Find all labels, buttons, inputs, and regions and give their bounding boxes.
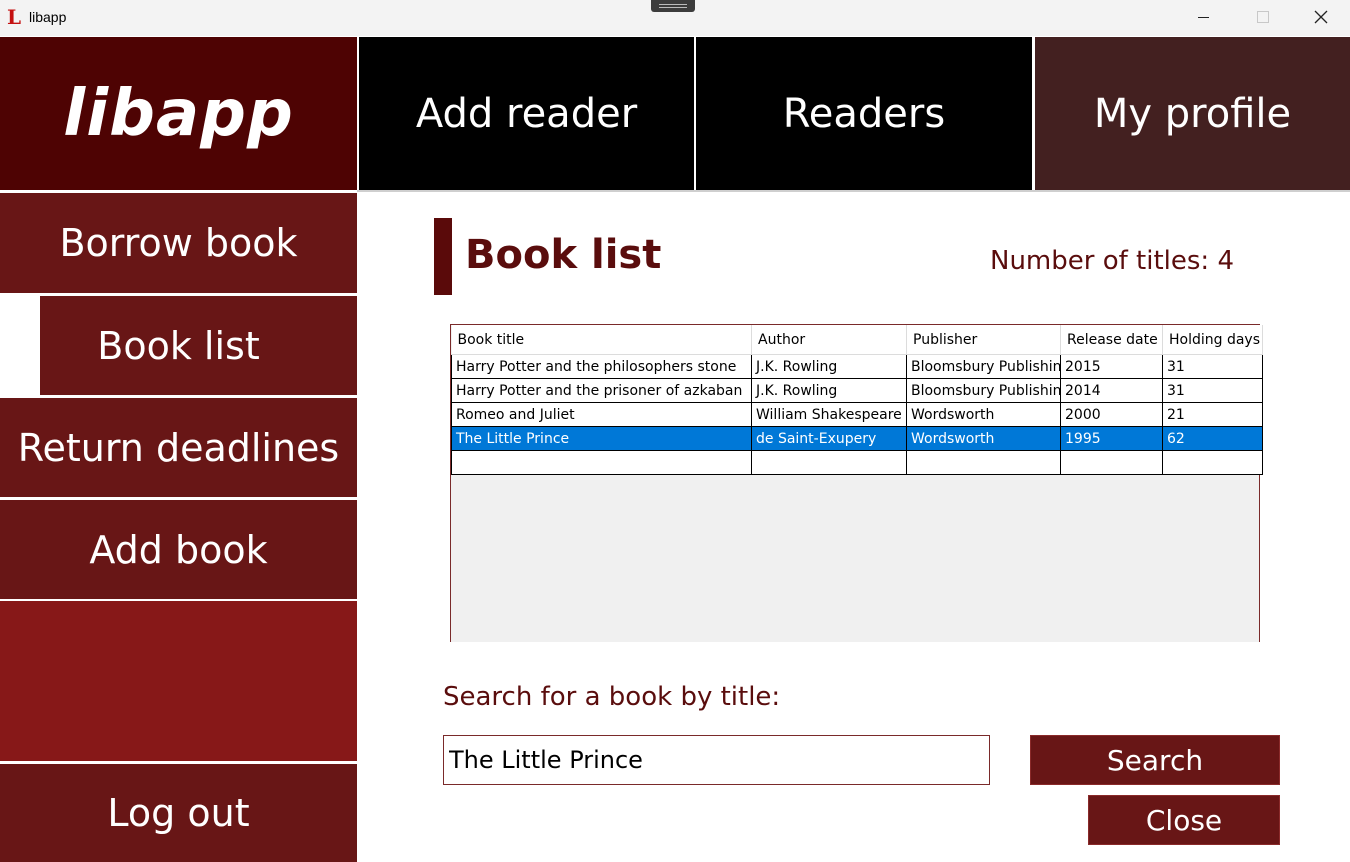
sidebar-item-label: Book list <box>97 323 260 368</box>
table-cell[interactable]: Wordsworth <box>906 402 1061 427</box>
app-logo: libapp <box>0 37 357 190</box>
sidebar-item-book-list[interactable]: Book list <box>0 296 357 395</box>
snap-handle-icon[interactable] <box>651 0 695 12</box>
table-cell[interactable]: 21 <box>1162 402 1263 427</box>
nav-readers-label: Readers <box>782 90 946 137</box>
minimize-button[interactable] <box>1180 0 1226 34</box>
column-header-release-date[interactable]: Release date <box>1060 325 1163 355</box>
table-cell[interactable]: Romeo and Juliet <box>451 402 752 427</box>
table-cell[interactable] <box>906 450 1061 475</box>
close-button[interactable]: Close <box>1088 795 1280 845</box>
heading-accent-bar <box>434 218 452 295</box>
book-table[interactable]: Book title Author Publisher Release date… <box>451 325 1263 475</box>
table-cell[interactable]: 62 <box>1162 426 1263 451</box>
table-cell[interactable]: William Shakespeare <box>751 402 907 427</box>
column-header-holding-days[interactable]: Holding days <box>1162 325 1263 355</box>
sidebar-item-label: Return deadlines <box>17 425 340 470</box>
search-button[interactable]: Search <box>1030 735 1280 785</box>
table-cell[interactable]: Harry Potter and the prisoner of azkaban <box>451 378 752 403</box>
close-window-button[interactable] <box>1298 0 1344 34</box>
table-cell[interactable]: 31 <box>1162 354 1263 379</box>
table-cell[interactable]: 1995 <box>1060 426 1163 451</box>
divider <box>357 190 1350 192</box>
minimize-icon <box>1197 16 1209 18</box>
table-row-empty[interactable] <box>451 450 1263 475</box>
table-row[interactable]: Romeo and Juliet William Shakespeare Wor… <box>451 402 1263 427</box>
table-cell[interactable]: 2000 <box>1060 402 1163 427</box>
table-cell[interactable]: The Little Prince <box>451 426 752 451</box>
table-cell[interactable] <box>451 450 752 475</box>
table-cell[interactable]: de Saint-Exupery <box>751 426 907 451</box>
nav-my-profile-label: My profile <box>1093 90 1292 137</box>
table-cell[interactable]: J.K. Rowling <box>751 354 907 379</box>
sidebar-item-add-book[interactable]: Add book <box>0 500 357 599</box>
logout-button[interactable]: Log out <box>0 764 357 862</box>
close-icon <box>1314 10 1328 24</box>
sidebar-item-return-deadlines[interactable]: Return deadlines <box>0 398 357 497</box>
nav-add-reader[interactable]: Add reader <box>359 37 694 190</box>
window-title: libapp <box>29 9 67 25</box>
table-cell[interactable] <box>1060 450 1163 475</box>
search-input[interactable] <box>443 735 990 785</box>
book-table-container[interactable]: Book title Author Publisher Release date… <box>450 324 1263 642</box>
sidebar-filler <box>0 601 357 761</box>
table-header-row: Book title Author Publisher Release date… <box>451 325 1263 355</box>
table-row-selected[interactable]: The Little Prince de Saint-Exupery Words… <box>451 426 1263 451</box>
page-title: Book list <box>465 232 662 278</box>
table-cell[interactable]: 2015 <box>1060 354 1163 379</box>
table-cell[interactable]: Wordsworth <box>906 426 1061 451</box>
column-header-publisher[interactable]: Publisher <box>906 325 1061 355</box>
table-cell[interactable]: Bloomsbury Publishin <box>906 354 1061 379</box>
logout-label: Log out <box>107 791 250 835</box>
maximize-button[interactable] <box>1240 0 1286 34</box>
sidebar-item-label: Add book <box>89 527 268 572</box>
sidebar-item-borrow-book[interactable]: Borrow book <box>0 193 357 293</box>
logo-text: libapp <box>63 76 294 151</box>
table-cell[interactable] <box>1162 450 1263 475</box>
title-count: Number of titles: 4 <box>990 246 1234 276</box>
table-cell[interactable]: Bloomsbury Publishin <box>906 378 1061 403</box>
nav-readers[interactable]: Readers <box>696 37 1032 190</box>
search-label: Search for a book by title: <box>443 682 781 712</box>
title-count-value: 4 <box>1217 246 1234 276</box>
sidebar-item-label: Borrow book <box>59 221 298 265</box>
column-header-title[interactable]: Book title <box>451 325 752 355</box>
nav-my-profile[interactable]: My profile <box>1035 37 1350 190</box>
table-row[interactable]: Harry Potter and the philosophers stone … <box>451 354 1263 379</box>
table-cell[interactable]: J.K. Rowling <box>751 378 907 403</box>
column-header-author[interactable]: Author <box>751 325 907 355</box>
nav-add-reader-label: Add reader <box>415 90 638 137</box>
active-item-marker <box>0 296 40 395</box>
app-icon: L <box>7 5 22 29</box>
table-cell[interactable]: 31 <box>1162 378 1263 403</box>
table-cell[interactable]: 2014 <box>1060 378 1163 403</box>
table-cell[interactable] <box>751 450 907 475</box>
table-row[interactable]: Harry Potter and the prisoner of azkaban… <box>451 378 1263 403</box>
maximize-icon <box>1257 11 1269 23</box>
window-title-bar: L libapp <box>0 0 1350 36</box>
title-count-label: Number of titles: <box>990 246 1210 276</box>
table-cell[interactable]: Harry Potter and the philosophers stone <box>451 354 752 379</box>
